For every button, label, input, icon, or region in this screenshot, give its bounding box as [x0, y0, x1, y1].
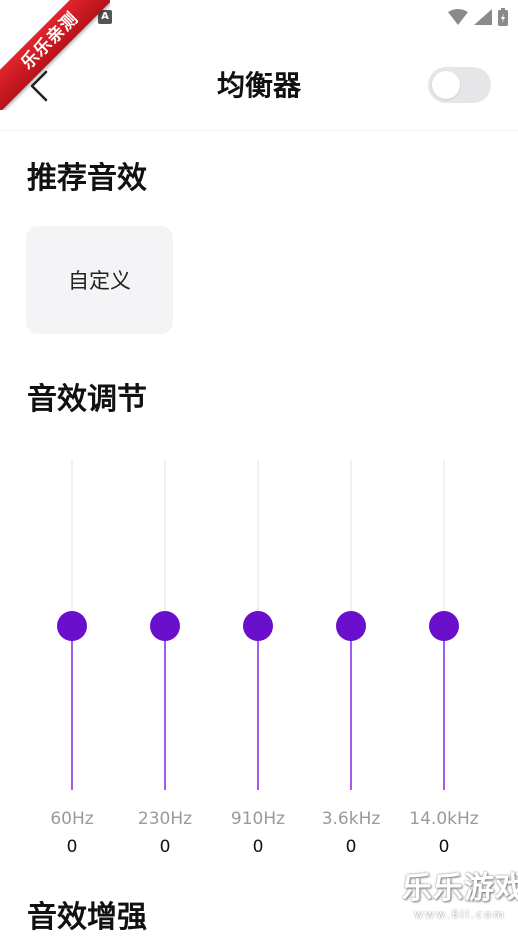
slider-knob[interactable]	[57, 611, 87, 641]
watermark-url: www.6ll.com	[414, 908, 506, 921]
slider-fill	[257, 626, 259, 790]
battery-icon	[498, 8, 508, 26]
slider-fill	[164, 626, 166, 790]
toggle-knob	[432, 71, 460, 99]
watermark-text: 乐乐游戏	[402, 871, 518, 906]
band-frequency: 14.0kHz	[409, 809, 479, 829]
band-value: 0	[159, 837, 171, 857]
slider-fill	[350, 626, 352, 790]
section-title-enhance: 音效增强	[27, 900, 147, 935]
section-title-adjust: 音效调节	[27, 382, 147, 417]
eq-band-14khz: 14.0kHz 0	[394, 460, 494, 860]
header: 均衡器	[0, 44, 518, 131]
equalizer-toggle[interactable]	[428, 67, 491, 103]
preset-label: 自定义	[68, 269, 131, 293]
slider-knob[interactable]	[150, 611, 180, 641]
band-value: 0	[66, 837, 78, 857]
preset-card-custom[interactable]: 自定义	[26, 226, 173, 334]
slider-fill	[71, 626, 73, 790]
status-icons	[448, 8, 508, 26]
section-title-recommended: 推荐音效	[27, 161, 147, 196]
band-value: 0	[252, 837, 264, 857]
slider-knob[interactable]	[429, 611, 459, 641]
cell-signal-icon	[474, 9, 492, 25]
slider-knob[interactable]	[243, 611, 273, 641]
watermark-logo: 乐乐游戏 www.6ll.com	[402, 870, 518, 922]
band-value: 0	[345, 837, 357, 857]
eq-band-230hz: 230Hz 0	[115, 460, 215, 860]
wifi-icon	[448, 9, 468, 25]
band-value: 0	[438, 837, 450, 857]
eq-band-910hz: 910Hz 0	[208, 460, 308, 860]
slider-fill	[443, 626, 445, 790]
eq-band-60hz: 60Hz 0	[22, 460, 122, 860]
eq-band-3-6khz: 3.6kHz 0	[301, 460, 401, 860]
slider-knob[interactable]	[336, 611, 366, 641]
